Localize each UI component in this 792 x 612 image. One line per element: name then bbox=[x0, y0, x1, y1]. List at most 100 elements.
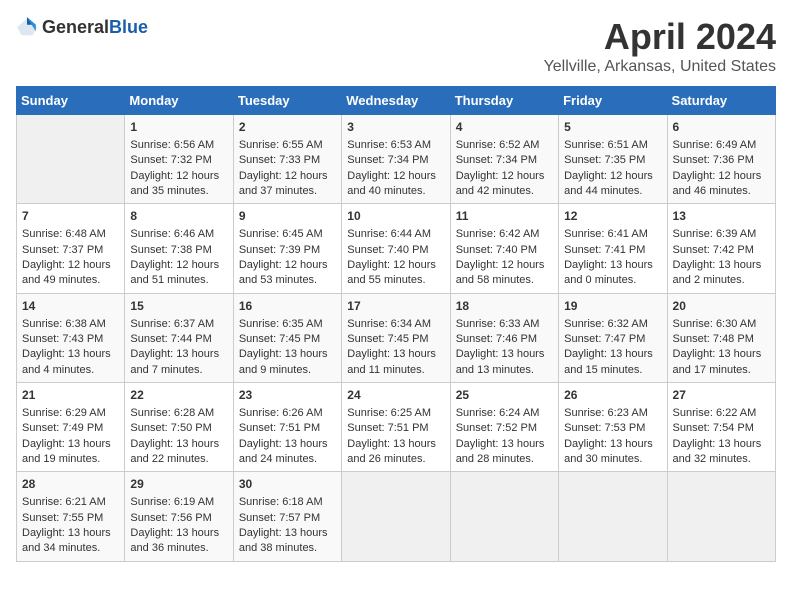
header-saturday: Saturday bbox=[667, 87, 775, 115]
calendar-header-row: SundayMondayTuesdayWednesdayThursdayFrid… bbox=[17, 87, 776, 115]
daylight-text: Daylight: 13 hours and 15 minutes. bbox=[564, 347, 661, 378]
day-number: 22 bbox=[130, 387, 227, 404]
daylight-text: Daylight: 12 hours and 35 minutes. bbox=[130, 169, 227, 200]
logo-blue: Blue bbox=[109, 17, 148, 37]
calendar-cell: 4Sunrise: 6:52 AMSunset: 7:34 PMDaylight… bbox=[450, 115, 558, 204]
daylight-text: Daylight: 13 hours and 7 minutes. bbox=[130, 347, 227, 378]
sunrise-text: Sunrise: 6:53 AM bbox=[347, 138, 444, 153]
day-number: 11 bbox=[456, 208, 553, 225]
calendar-cell: 3Sunrise: 6:53 AMSunset: 7:34 PMDaylight… bbox=[342, 115, 450, 204]
sunrise-text: Sunrise: 6:26 AM bbox=[239, 406, 336, 421]
calendar-cell bbox=[342, 472, 450, 561]
sunrise-text: Sunrise: 6:30 AM bbox=[673, 317, 770, 332]
daylight-text: Daylight: 12 hours and 44 minutes. bbox=[564, 169, 661, 200]
calendar-cell: 30Sunrise: 6:18 AMSunset: 7:57 PMDayligh… bbox=[233, 472, 341, 561]
calendar-cell: 28Sunrise: 6:21 AMSunset: 7:55 PMDayligh… bbox=[17, 472, 125, 561]
daylight-text: Daylight: 13 hours and 34 minutes. bbox=[22, 526, 119, 557]
calendar-cell: 5Sunrise: 6:51 AMSunset: 7:35 PMDaylight… bbox=[559, 115, 667, 204]
calendar-cell: 2Sunrise: 6:55 AMSunset: 7:33 PMDaylight… bbox=[233, 115, 341, 204]
daylight-text: Daylight: 13 hours and 36 minutes. bbox=[130, 526, 227, 557]
header-tuesday: Tuesday bbox=[233, 87, 341, 115]
sunrise-text: Sunrise: 6:23 AM bbox=[564, 406, 661, 421]
day-number: 7 bbox=[22, 208, 119, 225]
daylight-text: Daylight: 13 hours and 2 minutes. bbox=[673, 258, 770, 289]
sunrise-text: Sunrise: 6:46 AM bbox=[130, 227, 227, 242]
daylight-text: Daylight: 13 hours and 26 minutes. bbox=[347, 437, 444, 468]
daylight-text: Daylight: 13 hours and 4 minutes. bbox=[22, 347, 119, 378]
sunrise-text: Sunrise: 6:32 AM bbox=[564, 317, 661, 332]
sunrise-text: Sunrise: 6:37 AM bbox=[130, 317, 227, 332]
calendar-cell: 16Sunrise: 6:35 AMSunset: 7:45 PMDayligh… bbox=[233, 293, 341, 382]
sunrise-text: Sunrise: 6:56 AM bbox=[130, 138, 227, 153]
page-header: GeneralBlue April 2024 Yellville, Arkans… bbox=[16, 16, 776, 76]
sunset-text: Sunset: 7:42 PM bbox=[673, 243, 770, 258]
day-number: 27 bbox=[673, 387, 770, 404]
calendar-cell bbox=[559, 472, 667, 561]
daylight-text: Daylight: 12 hours and 40 minutes. bbox=[347, 169, 444, 200]
page-subtitle: Yellville, Arkansas, United States bbox=[544, 58, 776, 76]
calendar-cell: 11Sunrise: 6:42 AMSunset: 7:40 PMDayligh… bbox=[450, 204, 558, 293]
calendar-cell: 7Sunrise: 6:48 AMSunset: 7:37 PMDaylight… bbox=[17, 204, 125, 293]
logo-general: General bbox=[42, 17, 109, 37]
daylight-text: Daylight: 12 hours and 58 minutes. bbox=[456, 258, 553, 289]
day-number: 1 bbox=[130, 119, 227, 136]
day-number: 15 bbox=[130, 298, 227, 315]
sunset-text: Sunset: 7:40 PM bbox=[347, 243, 444, 258]
sunset-text: Sunset: 7:43 PM bbox=[22, 332, 119, 347]
sunset-text: Sunset: 7:48 PM bbox=[673, 332, 770, 347]
sunrise-text: Sunrise: 6:51 AM bbox=[564, 138, 661, 153]
sunset-text: Sunset: 7:52 PM bbox=[456, 421, 553, 436]
day-number: 25 bbox=[456, 387, 553, 404]
day-number: 19 bbox=[564, 298, 661, 315]
calendar-cell: 13Sunrise: 6:39 AMSunset: 7:42 PMDayligh… bbox=[667, 204, 775, 293]
day-number: 10 bbox=[347, 208, 444, 225]
calendar-cell: 27Sunrise: 6:22 AMSunset: 7:54 PMDayligh… bbox=[667, 383, 775, 472]
sunrise-text: Sunrise: 6:29 AM bbox=[22, 406, 119, 421]
daylight-text: Daylight: 13 hours and 32 minutes. bbox=[673, 437, 770, 468]
daylight-text: Daylight: 13 hours and 30 minutes. bbox=[564, 437, 661, 468]
sunset-text: Sunset: 7:38 PM bbox=[130, 243, 227, 258]
sunset-text: Sunset: 7:47 PM bbox=[564, 332, 661, 347]
day-number: 2 bbox=[239, 119, 336, 136]
sunrise-text: Sunrise: 6:42 AM bbox=[456, 227, 553, 242]
day-number: 20 bbox=[673, 298, 770, 315]
daylight-text: Daylight: 13 hours and 9 minutes. bbox=[239, 347, 336, 378]
sunset-text: Sunset: 7:54 PM bbox=[673, 421, 770, 436]
daylight-text: Daylight: 13 hours and 22 minutes. bbox=[130, 437, 227, 468]
daylight-text: Daylight: 13 hours and 13 minutes. bbox=[456, 347, 553, 378]
calendar-cell: 22Sunrise: 6:28 AMSunset: 7:50 PMDayligh… bbox=[125, 383, 233, 472]
sunrise-text: Sunrise: 6:28 AM bbox=[130, 406, 227, 421]
calendar-cell: 12Sunrise: 6:41 AMSunset: 7:41 PMDayligh… bbox=[559, 204, 667, 293]
calendar-cell: 10Sunrise: 6:44 AMSunset: 7:40 PMDayligh… bbox=[342, 204, 450, 293]
day-number: 18 bbox=[456, 298, 553, 315]
daylight-text: Daylight: 12 hours and 42 minutes. bbox=[456, 169, 553, 200]
day-number: 16 bbox=[239, 298, 336, 315]
title-area: April 2024 Yellville, Arkansas, United S… bbox=[544, 16, 776, 76]
sunrise-text: Sunrise: 6:44 AM bbox=[347, 227, 444, 242]
logo-text: GeneralBlue bbox=[42, 17, 148, 38]
sunset-text: Sunset: 7:34 PM bbox=[456, 153, 553, 168]
sunset-text: Sunset: 7:41 PM bbox=[564, 243, 661, 258]
daylight-text: Daylight: 12 hours and 53 minutes. bbox=[239, 258, 336, 289]
calendar-cell: 8Sunrise: 6:46 AMSunset: 7:38 PMDaylight… bbox=[125, 204, 233, 293]
calendar-week-row: 28Sunrise: 6:21 AMSunset: 7:55 PMDayligh… bbox=[17, 472, 776, 561]
daylight-text: Daylight: 12 hours and 49 minutes. bbox=[22, 258, 119, 289]
day-number: 5 bbox=[564, 119, 661, 136]
page-title: April 2024 bbox=[544, 16, 776, 58]
sunrise-text: Sunrise: 6:33 AM bbox=[456, 317, 553, 332]
calendar-week-row: 1Sunrise: 6:56 AMSunset: 7:32 PMDaylight… bbox=[17, 115, 776, 204]
sunset-text: Sunset: 7:51 PM bbox=[347, 421, 444, 436]
header-friday: Friday bbox=[559, 87, 667, 115]
calendar-table: SundayMondayTuesdayWednesdayThursdayFrid… bbox=[16, 86, 776, 562]
day-number: 24 bbox=[347, 387, 444, 404]
daylight-text: Daylight: 13 hours and 24 minutes. bbox=[239, 437, 336, 468]
day-number: 4 bbox=[456, 119, 553, 136]
sunrise-text: Sunrise: 6:55 AM bbox=[239, 138, 336, 153]
sunset-text: Sunset: 7:46 PM bbox=[456, 332, 553, 347]
sunset-text: Sunset: 7:39 PM bbox=[239, 243, 336, 258]
calendar-cell: 9Sunrise: 6:45 AMSunset: 7:39 PMDaylight… bbox=[233, 204, 341, 293]
calendar-week-row: 21Sunrise: 6:29 AMSunset: 7:49 PMDayligh… bbox=[17, 383, 776, 472]
day-number: 26 bbox=[564, 387, 661, 404]
day-number: 30 bbox=[239, 476, 336, 493]
day-number: 13 bbox=[673, 208, 770, 225]
